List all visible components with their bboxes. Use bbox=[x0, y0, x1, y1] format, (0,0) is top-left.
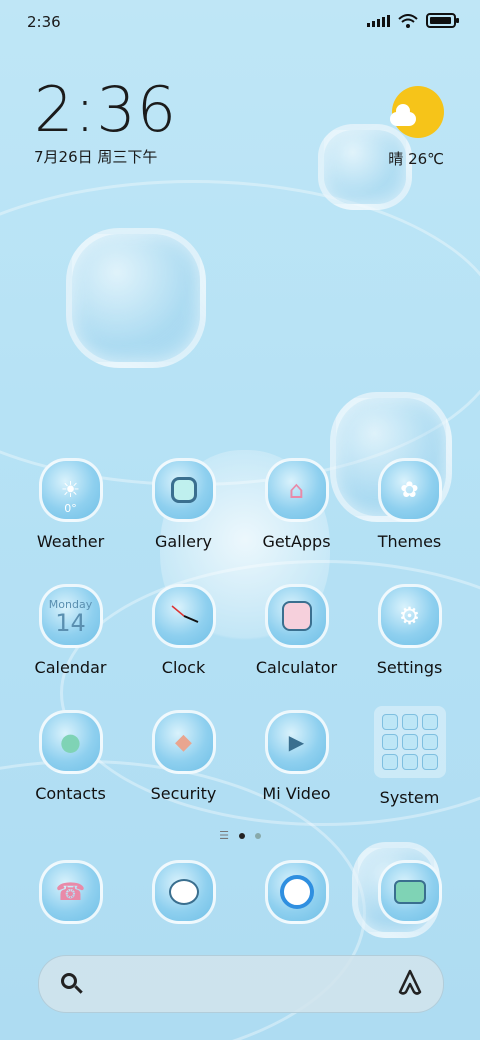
page-dot-active bbox=[238, 832, 245, 839]
dock: ☎ bbox=[14, 860, 466, 924]
app-clock[interactable]: Clock bbox=[127, 584, 240, 710]
themes-icon: ✿ bbox=[377, 458, 442, 522]
app-weather[interactable]: ☀ 0° Weather bbox=[14, 458, 127, 584]
dock-phone[interactable]: ☎ bbox=[14, 860, 127, 924]
store-icon: ⌂ bbox=[264, 458, 329, 522]
calendar-icon-date: 14 bbox=[55, 608, 86, 637]
gallery-icon bbox=[151, 458, 216, 522]
page-dot bbox=[254, 832, 261, 839]
camera-icon bbox=[377, 860, 442, 924]
dock-messages[interactable] bbox=[127, 860, 240, 924]
app-security[interactable]: ◆ Security bbox=[127, 710, 240, 836]
status-time: 2:36 bbox=[27, 13, 61, 31]
calendar-icon: Monday 14 bbox=[38, 584, 103, 648]
assistant-icon[interactable] bbox=[397, 968, 423, 996]
app-label: Weather bbox=[36, 532, 105, 551]
security-icon: ◆ bbox=[151, 710, 216, 774]
app-label: Contacts bbox=[35, 784, 106, 803]
clock-widget[interactable]: 2:36 7月26日 周三下午 bbox=[34, 78, 177, 167]
weather-temp: 晴 26℃ bbox=[388, 150, 444, 168]
app-contacts[interactable]: ● Contacts bbox=[14, 710, 127, 836]
dock-browser[interactable] bbox=[240, 860, 353, 924]
app-gallery[interactable]: Gallery bbox=[127, 458, 240, 584]
search-bar[interactable] bbox=[38, 955, 444, 1013]
settings-icon: ⚙ bbox=[377, 584, 442, 648]
messages-icon bbox=[151, 860, 216, 924]
signal-icon bbox=[367, 14, 390, 27]
clock-widget-date: 7月26日 周三下午 bbox=[34, 148, 158, 166]
battery-icon bbox=[426, 13, 459, 28]
weather-widget[interactable]: 晴 26℃ bbox=[388, 86, 444, 169]
browser-icon bbox=[264, 860, 329, 924]
menu-icon: ☰ bbox=[219, 829, 229, 842]
status-bar: 2:36 bbox=[0, 0, 480, 42]
app-label: Mi Video bbox=[262, 784, 331, 803]
app-label: Themes bbox=[377, 532, 442, 551]
app-label: Calendar bbox=[34, 658, 107, 677]
wifi-icon bbox=[398, 13, 418, 28]
app-calculator[interactable]: Calculator bbox=[240, 584, 353, 710]
app-grid: ☀ 0° Weather Gallery ⌂ GetApps ✿ Themes … bbox=[14, 458, 466, 836]
app-themes[interactable]: ✿ Themes bbox=[353, 458, 466, 584]
app-calendar[interactable]: Monday 14 Calendar bbox=[14, 584, 127, 710]
video-icon: ▶ bbox=[264, 710, 329, 774]
app-label: Security bbox=[150, 784, 217, 803]
app-label: System bbox=[379, 788, 440, 807]
app-getapps[interactable]: ⌂ GetApps bbox=[240, 458, 353, 584]
weather-icon-temp: 0° bbox=[64, 502, 77, 515]
phone-icon: ☎ bbox=[38, 860, 103, 924]
dock-camera[interactable] bbox=[353, 860, 466, 924]
app-label: Clock bbox=[161, 658, 206, 677]
app-label: Gallery bbox=[155, 532, 212, 551]
search-icon bbox=[61, 973, 77, 989]
app-label: Settings bbox=[376, 658, 443, 677]
app-label: Calculator bbox=[255, 658, 338, 677]
weather-icon: ☀ 0° bbox=[38, 458, 103, 522]
clock-icon bbox=[151, 584, 216, 648]
contacts-icon: ● bbox=[38, 710, 103, 774]
app-settings[interactable]: ⚙ Settings bbox=[353, 584, 466, 710]
sun-cloud-icon bbox=[390, 86, 444, 138]
folder-icon bbox=[373, 706, 446, 778]
app-mi-video[interactable]: ▶ Mi Video bbox=[240, 710, 353, 836]
calculator-icon bbox=[264, 584, 329, 648]
page-indicator: ☰ bbox=[0, 829, 480, 842]
app-label: GetApps bbox=[262, 532, 331, 551]
bubble-cube bbox=[66, 228, 206, 368]
app-system-folder[interactable]: System bbox=[353, 706, 466, 836]
clock-widget-time: 2:36 bbox=[34, 73, 178, 146]
